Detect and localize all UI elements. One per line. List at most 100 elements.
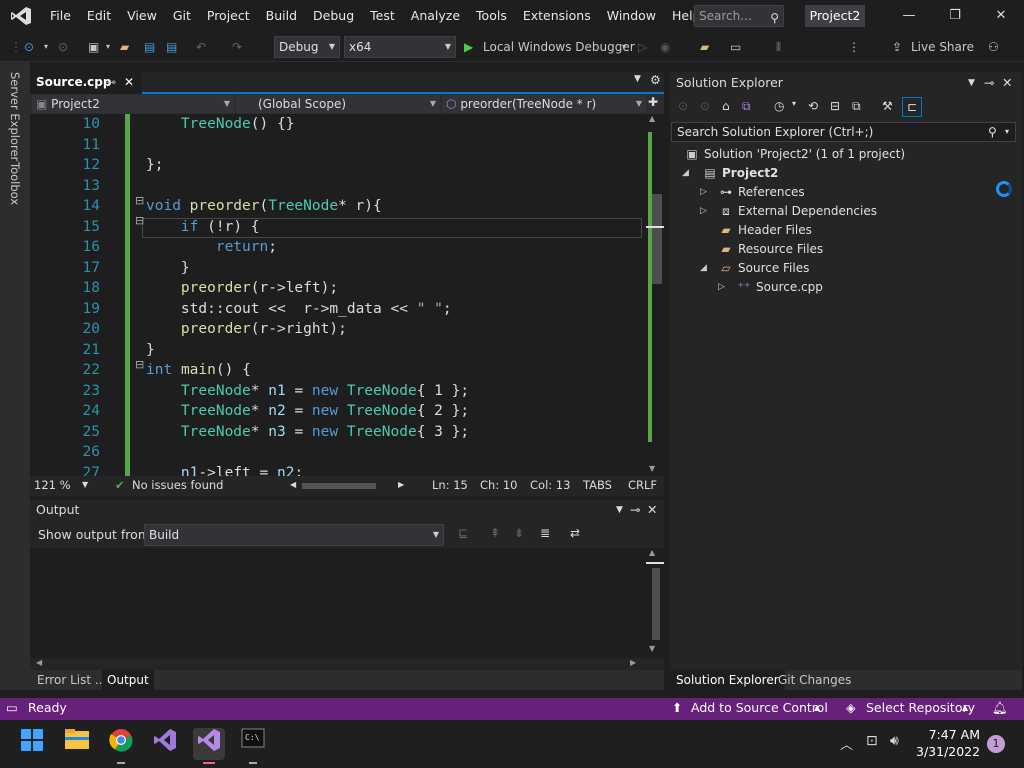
output-dropdown-icon[interactable]: ▼ xyxy=(616,500,623,520)
menu-debug[interactable]: Debug xyxy=(305,0,362,32)
member-dropdown[interactable]: ⬡ preorder(TreeNode * r) ▼ xyxy=(442,95,646,113)
live-share-button[interactable]: Live Share xyxy=(911,36,974,58)
visual-studio-logo-icon[interactable] xyxy=(0,0,42,32)
close-tab-icon[interactable]: ✕ xyxy=(124,72,134,92)
pending-changes-filter-icon[interactable]: ◷ xyxy=(774,99,784,113)
menu-project[interactable]: Project xyxy=(199,0,258,32)
scroll-left-icon[interactable]: ◀ xyxy=(36,658,42,667)
scroll-right-icon[interactable]: ▶ xyxy=(398,480,404,489)
code-line[interactable]: 12}; xyxy=(30,155,646,176)
code-line[interactable]: 16 return; xyxy=(30,237,646,258)
source-cpp-node[interactable]: ⁺⁺ Source.cpp xyxy=(736,278,823,297)
chrome-icon[interactable] xyxy=(105,728,137,764)
resource-files-node[interactable]: ▰ Resource Files xyxy=(718,240,823,259)
toolbox-tab[interactable]: Toolbox xyxy=(8,162,22,205)
save-icon[interactable]: ▤ xyxy=(144,36,155,58)
references-node[interactable]: ⊶ References xyxy=(718,183,805,202)
configuration-dropdown[interactable]: Debug ▼ xyxy=(274,36,340,58)
tabs-indicator[interactable]: TABS xyxy=(583,478,612,492)
tab-list-dropdown-icon[interactable]: ▼ xyxy=(634,74,641,84)
clock-date[interactable]: 3/31/2022 xyxy=(916,744,980,759)
collapse-all-icon[interactable]: ⊟ xyxy=(830,99,840,113)
collapsed-caret-icon[interactable]: ▷ xyxy=(700,202,707,221)
run-dropdown-icon[interactable]: ▾ xyxy=(622,36,626,58)
new-project-icon[interactable]: ▣ xyxy=(88,36,99,58)
scroll-down-icon[interactable]: ▼ xyxy=(649,464,655,473)
project-node[interactable]: ▤ Project2 xyxy=(702,164,778,183)
menu-analyze[interactable]: Analyze xyxy=(403,0,468,32)
code-line[interactable]: 10 TreeNode() {} xyxy=(30,114,646,135)
hot-reload-icon[interactable]: ◉ xyxy=(660,36,670,58)
collapse-icon[interactable]: ⊟ xyxy=(135,194,144,207)
horizontal-scroll-thumb[interactable] xyxy=(302,483,376,489)
notification-badge[interactable]: 1 xyxy=(987,735,1005,753)
layout-icon[interactable]: ▭ xyxy=(730,36,741,58)
close-icon[interactable]: ✕ xyxy=(647,500,657,520)
pin-icon[interactable]: ⊸ xyxy=(630,500,640,520)
next-message-icon[interactable]: ⇟ xyxy=(514,526,524,540)
visual-studio-icon[interactable] xyxy=(193,728,225,764)
code-line[interactable]: 11 xyxy=(30,135,646,156)
menu-file[interactable]: File xyxy=(42,0,79,32)
visual-studio-installer-icon[interactable] xyxy=(149,728,181,760)
char-indicator[interactable]: Ch: 10 xyxy=(480,478,517,492)
scroll-down-icon[interactable]: ▼ xyxy=(649,644,655,653)
open-folder-icon[interactable]: ▰ xyxy=(120,36,129,58)
file-explorer-icon[interactable] xyxy=(61,728,93,760)
menu-window[interactable]: Window xyxy=(599,0,664,32)
volume-icon[interactable]: 🔊︎ xyxy=(890,733,899,749)
code-line[interactable]: 13 xyxy=(30,176,646,197)
output-vertical-scrollbar[interactable]: ▲ ▼ xyxy=(646,548,664,658)
code-line[interactable]: 23 TreeNode* n1 = new TreeNode{ 1 }; xyxy=(30,381,646,402)
project-scope-dropdown[interactable]: ▣ Project2 ▼ xyxy=(32,95,234,113)
code-line[interactable]: 26 xyxy=(30,442,646,463)
expanded-caret-icon[interactable]: ◢ xyxy=(700,259,707,278)
previous-message-icon[interactable]: ⇞ xyxy=(490,526,500,540)
tab-error-list[interactable]: Error List ... xyxy=(32,670,111,690)
collapsed-caret-icon[interactable]: ▷ xyxy=(718,278,725,297)
line-ending-indicator[interactable]: CRLF xyxy=(628,478,657,492)
code-line[interactable]: 25 TreeNode* n3 = new TreeNode{ 3 }; xyxy=(30,422,646,443)
menu-git[interactable]: Git xyxy=(165,0,199,32)
line-indicator[interactable]: Ln: 15 xyxy=(432,478,468,492)
code-line[interactable]: 24 TreeNode* n2 = new TreeNode{ 2 }; xyxy=(30,401,646,422)
external-dependencies-node[interactable]: ⧈ External Dependencies xyxy=(718,202,877,221)
solution-node[interactable]: ▣ Solution 'Project2' (1 of 1 project) xyxy=(684,145,905,164)
issues-status[interactable]: No issues found xyxy=(132,478,223,492)
tab-settings-gear-icon[interactable]: ⚙ xyxy=(650,73,661,87)
forward-icon[interactable]: ⊙ xyxy=(58,36,68,58)
solution-folder-icon[interactable]: ▰ xyxy=(700,36,709,58)
minimize-icon[interactable]: — xyxy=(886,0,932,32)
menu-edit[interactable]: Edit xyxy=(79,0,119,32)
output-text-area[interactable]: ▲ ▼ xyxy=(30,548,664,658)
maximize-icon[interactable]: ❐ xyxy=(932,0,978,32)
start-without-debugging-icon[interactable]: ▷ xyxy=(638,36,647,58)
code-line[interactable]: 22 int main() { xyxy=(30,360,646,381)
start-debugging-icon[interactable]: ▶ xyxy=(464,36,473,58)
solution-search-input[interactable]: Search Solution Explorer (Ctrl+;) ⚲ ▾ xyxy=(671,122,1016,142)
code-text-area[interactable]: 10 TreeNode() {} 11 12}; 13 14 void preorder(… xyxy=(30,114,646,479)
source-files-node[interactable]: ▱ Source Files xyxy=(718,259,809,278)
network-icon[interactable]: ⊡ xyxy=(866,733,878,749)
code-line[interactable]: 21} xyxy=(30,340,646,361)
align-icon[interactable]: ⫴ xyxy=(776,36,781,58)
scroll-up-icon[interactable]: ▲ xyxy=(649,114,655,123)
notification-bell-icon[interactable]: 🔔︎ xyxy=(992,700,1008,716)
home-icon[interactable]: ⌂ xyxy=(722,99,730,113)
output-source-dropdown[interactable]: Build ▼ xyxy=(144,524,444,546)
scroll-up-icon[interactable]: ▲ xyxy=(649,548,655,557)
pin-icon[interactable]: ⊸ xyxy=(984,72,994,94)
collapse-icon[interactable]: ⊟ xyxy=(135,358,144,371)
feedback-icon[interactable]: ⚇ xyxy=(988,36,999,58)
scroll-right-icon[interactable]: ▶ xyxy=(630,658,636,667)
clock-time[interactable]: 7:47 AM xyxy=(924,727,980,742)
pin-icon[interactable]: ⊸ xyxy=(106,72,116,92)
col-indicator[interactable]: Col: 13 xyxy=(530,478,570,492)
scroll-thumb[interactable] xyxy=(652,568,660,640)
code-line[interactable]: 17 } xyxy=(30,258,646,279)
menu-extensions[interactable]: Extensions xyxy=(515,0,599,32)
zoom-dropdown-icon[interactable]: ▼ xyxy=(82,480,88,489)
switch-views-icon[interactable]: ⧉ xyxy=(742,99,751,114)
back-icon[interactable]: ⊙ xyxy=(678,99,688,113)
find-message-icon[interactable]: ⊑ xyxy=(458,526,468,540)
